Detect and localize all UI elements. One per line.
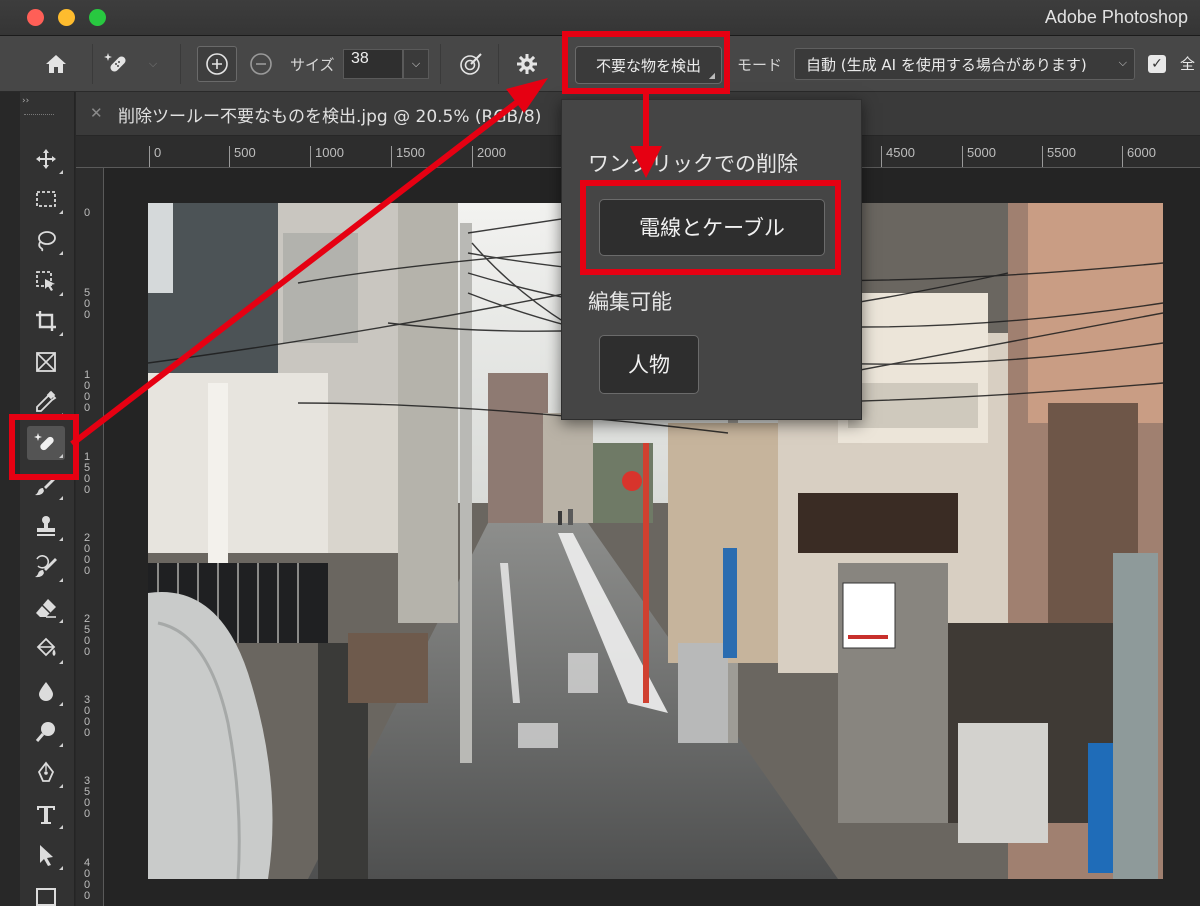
editable-heading: 編集可能	[588, 290, 672, 314]
chevron-down-icon: ⌵	[411, 57, 421, 70]
close-icon[interactable]: ✕	[90, 104, 103, 122]
ruler-tick: 4000	[84, 857, 91, 902]
blur-tool[interactable]	[27, 674, 65, 708]
photoshop-window: Adobe Photoshop ⌵ サイズ 38 ⌵ 不要な物を検出 ◢ モード…	[0, 0, 1200, 906]
pen-tool[interactable]	[27, 756, 65, 790]
chevron-down-icon[interactable]: ⌵	[146, 54, 160, 74]
eraser-icon	[36, 599, 56, 618]
highlight-detect-button	[562, 31, 730, 94]
move-icon	[36, 149, 56, 169]
eraser-tool[interactable]	[27, 591, 65, 625]
add-to-stroke-button[interactable]	[197, 46, 237, 82]
ruler-tick: 500	[84, 287, 91, 321]
maximize-window-button[interactable]	[89, 9, 106, 26]
size-label: サイズ	[290, 56, 335, 74]
people-button[interactable]: 人物	[599, 335, 699, 394]
remove-tool-icon	[104, 53, 126, 72]
object-selection-tool[interactable]	[27, 264, 65, 298]
marquee-icon	[36, 191, 56, 207]
plus-circle-icon	[206, 53, 228, 75]
ruler-tick: 0	[84, 207, 91, 219]
panel-collapse-icon[interactable]: ››	[22, 96, 29, 106]
eyedropper-icon	[36, 390, 57, 412]
home-button[interactable]	[38, 49, 74, 79]
all-layers-label: 全	[1180, 55, 1196, 73]
subtract-from-stroke-button[interactable]	[246, 48, 276, 80]
mode-value: 自動 (生成 AI を使用する場合があります)	[806, 56, 1087, 74]
size-input[interactable]: 38	[343, 49, 403, 79]
ruler-tick: 3500	[84, 775, 91, 820]
lasso-icon	[38, 231, 56, 252]
separator	[498, 44, 499, 84]
frame-icon	[36, 352, 56, 372]
marquee-tool[interactable]	[27, 182, 65, 216]
dodge-tool[interactable]	[27, 715, 65, 749]
type-tool[interactable]	[27, 797, 65, 831]
object-selection-icon	[36, 271, 55, 291]
paint-bucket-icon	[36, 637, 56, 657]
tool-preset-picker[interactable]	[100, 48, 134, 80]
ruler-tick: 3000	[84, 694, 91, 739]
ruler-tick: 1000	[310, 146, 344, 167]
oneclick-remove-heading: ワンクリックでの削除	[588, 152, 798, 176]
ruler-tick: 5500	[1042, 146, 1076, 167]
history-brush-icon	[35, 555, 57, 578]
separator	[92, 44, 93, 84]
ruler-tick: 0	[149, 146, 161, 167]
arrow-pointer-icon	[40, 845, 53, 866]
ruler-tick: 2500	[84, 613, 91, 658]
home-icon	[46, 55, 66, 73]
tools-panel: ››	[20, 92, 75, 906]
app-title: Adobe Photoshop	[1044, 7, 1188, 27]
clone-stamp-tool[interactable]	[27, 509, 65, 543]
minimize-window-button[interactable]	[58, 9, 75, 26]
rectangle-icon	[36, 888, 56, 906]
type-icon	[37, 806, 55, 824]
ruler-tick: 500	[229, 146, 256, 167]
close-window-button[interactable]	[27, 9, 44, 26]
vertical-ruler[interactable]: 0 500 1000 1500 2000 2500 3000 3500 4000	[76, 168, 104, 906]
chevron-down-icon: ⌵	[1118, 56, 1127, 69]
document-title: 削除ツールー不要なものを検出.jpg @ 20.5% (RGB/8)	[118, 107, 542, 127]
minus-circle-icon	[250, 53, 272, 75]
sample-all-layers-button[interactable]	[455, 48, 487, 80]
crop-icon	[36, 311, 56, 331]
dodge-icon	[35, 722, 55, 742]
settings-button[interactable]	[512, 48, 542, 80]
panel-grip[interactable]	[24, 114, 54, 116]
ruler-tick: 5000	[962, 146, 996, 167]
pen-icon	[37, 761, 55, 782]
all-layers-checkbox[interactable]: ✓	[1148, 55, 1166, 73]
separator	[440, 44, 441, 84]
lasso-tool[interactable]	[27, 223, 65, 257]
history-brush-tool[interactable]	[27, 550, 65, 584]
crop-tool[interactable]	[27, 304, 65, 338]
rectangle-tool[interactable]	[27, 880, 65, 906]
target-brush-icon	[460, 53, 482, 75]
paint-bucket-tool[interactable]	[27, 632, 65, 666]
mode-select[interactable]: 自動 (生成 AI を使用する場合があります) ⌵	[794, 48, 1135, 80]
ruler-tick: 1500	[391, 146, 425, 167]
ruler-tick: 6000	[1122, 146, 1156, 167]
separator	[180, 44, 181, 84]
size-dropdown-button[interactable]: ⌵	[403, 49, 429, 79]
mode-label: モード	[737, 56, 783, 74]
highlight-remove-tool	[9, 414, 79, 480]
ruler-tick: 1000	[84, 369, 91, 414]
ruler-tick: 2000	[84, 532, 91, 577]
ruler-tick: 4500	[881, 146, 915, 167]
drop-icon	[39, 682, 53, 701]
gear-icon	[517, 54, 537, 74]
ruler-tick: 2000	[472, 146, 506, 167]
move-tool[interactable]	[27, 142, 65, 176]
highlight-wires-button	[580, 180, 841, 275]
frame-tool[interactable]	[27, 345, 65, 379]
ruler-tick: 1500	[84, 451, 91, 496]
path-selection-tool[interactable]	[27, 838, 65, 872]
stamp-icon	[37, 516, 55, 536]
